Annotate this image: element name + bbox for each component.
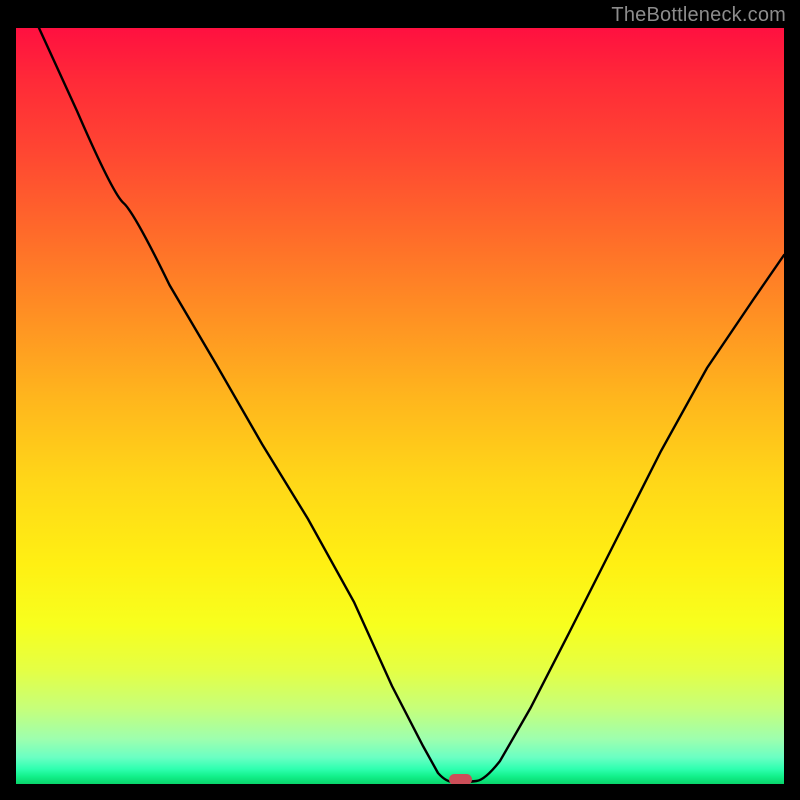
- optimal-marker: [449, 774, 472, 784]
- curve-layer: [16, 28, 784, 784]
- watermark-text: TheBottleneck.com: [611, 4, 786, 27]
- chart-frame: TheBottleneck.com: [0, 0, 800, 800]
- plot-area: [16, 28, 784, 784]
- bottleneck-curve: [39, 28, 784, 782]
